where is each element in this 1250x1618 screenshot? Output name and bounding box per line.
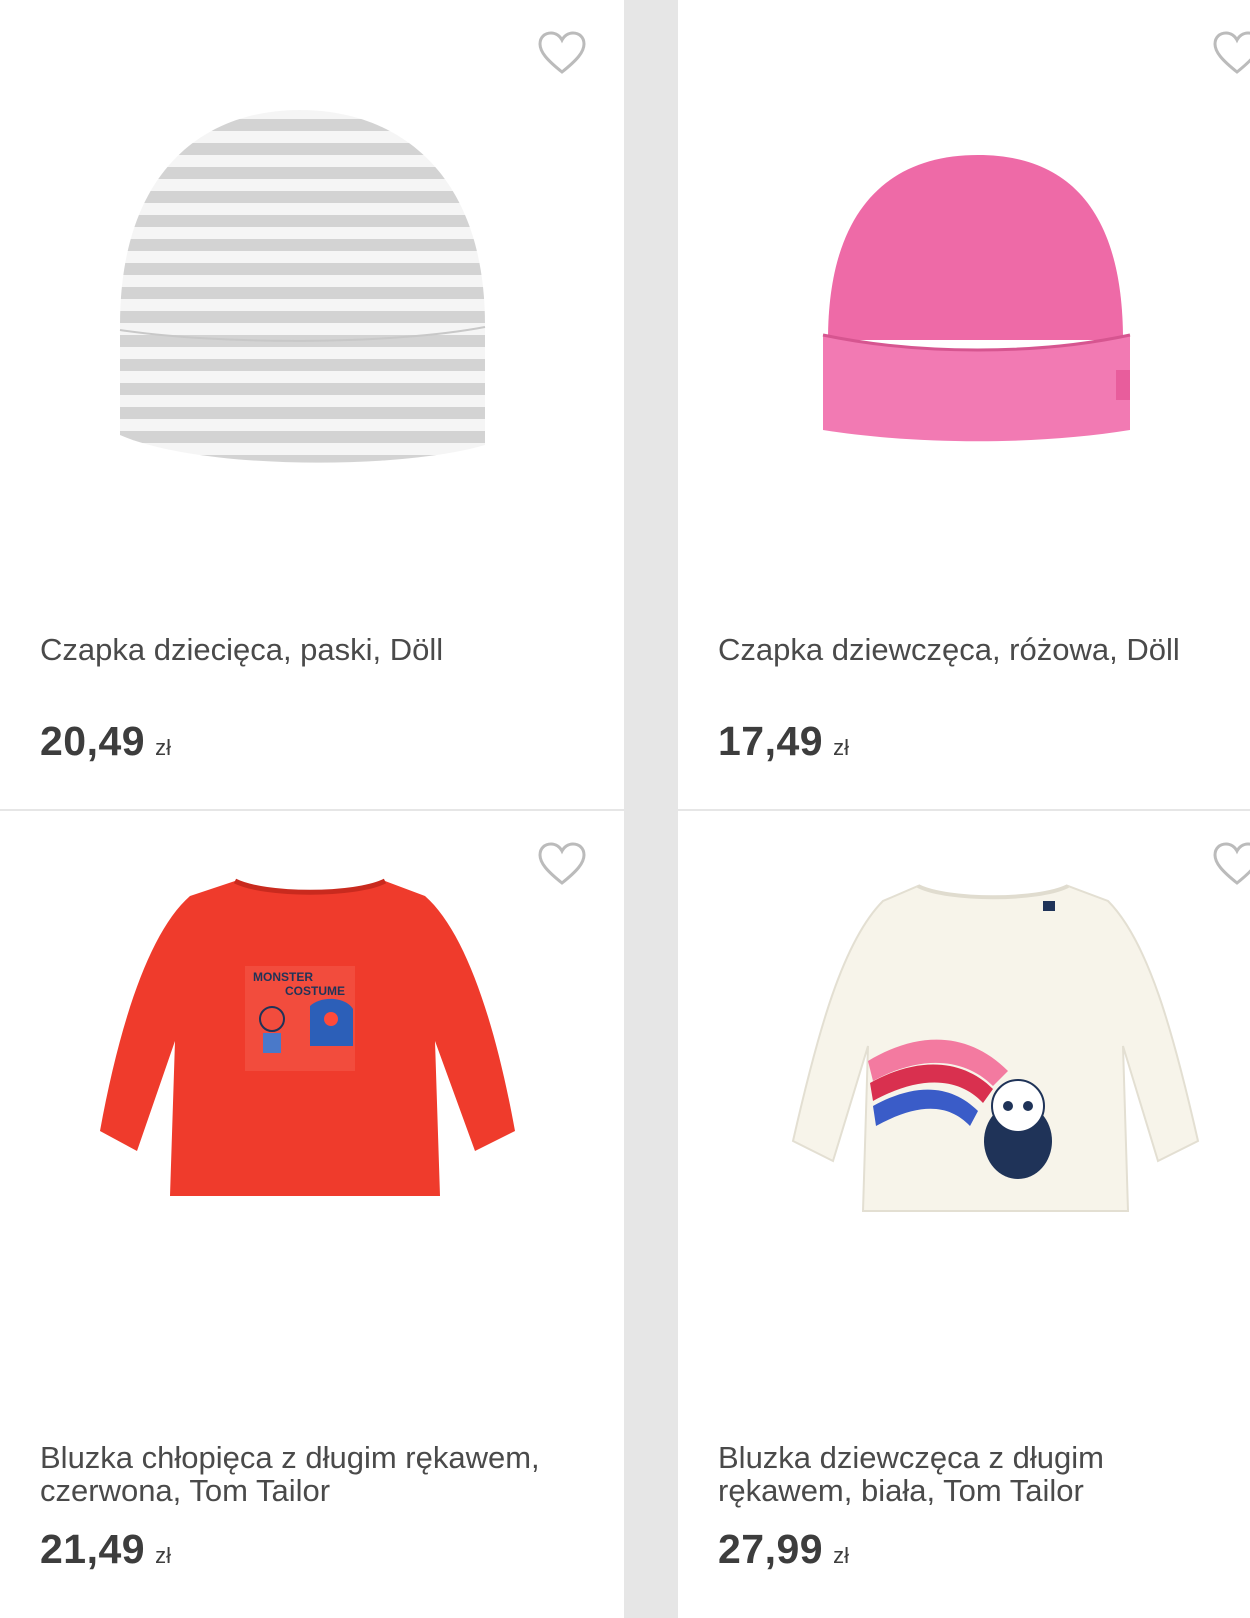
product-image[interactable] xyxy=(100,95,520,495)
heart-icon[interactable] xyxy=(1212,30,1250,76)
product-title[interactable]: Bluzka chłopięca z długim rękawem, czerw… xyxy=(40,1441,604,1507)
product-price: 21,49 zł xyxy=(40,1526,171,1572)
product-image[interactable] xyxy=(808,140,1148,470)
product-image[interactable]: MONSTER COSTUME xyxy=(95,871,535,1231)
product-price: 20,49 zł xyxy=(40,718,171,764)
product-card[interactable]: MONSTER COSTUME Bluzka chłopięca z długi… xyxy=(0,811,624,1618)
product-card[interactable]: Bluzka dziewczęca z długim rękawem, biał… xyxy=(678,811,1250,1618)
product-title[interactable]: Czapka dziewczęca, różowa, Döll xyxy=(718,633,1230,666)
product-image[interactable] xyxy=(778,871,1218,1241)
product-price: 27,99 zł xyxy=(718,1526,849,1572)
print-text: MONSTER xyxy=(253,970,313,984)
product-card[interactable]: Czapka dziecięca, paski, Döll 20,49 zł xyxy=(0,0,624,809)
print-text: COSTUME xyxy=(285,984,345,998)
heart-icon[interactable] xyxy=(537,30,587,76)
product-title[interactable]: Czapka dziecięca, paski, Döll xyxy=(40,633,604,666)
product-title[interactable]: Bluzka dziewczęca z długim rękawem, biał… xyxy=(718,1441,1230,1507)
product-price: 17,49 zł xyxy=(718,718,849,764)
product-card[interactable]: Czapka dziewczęca, różowa, Döll 17,49 zł xyxy=(678,0,1250,809)
heart-icon[interactable] xyxy=(537,841,587,887)
